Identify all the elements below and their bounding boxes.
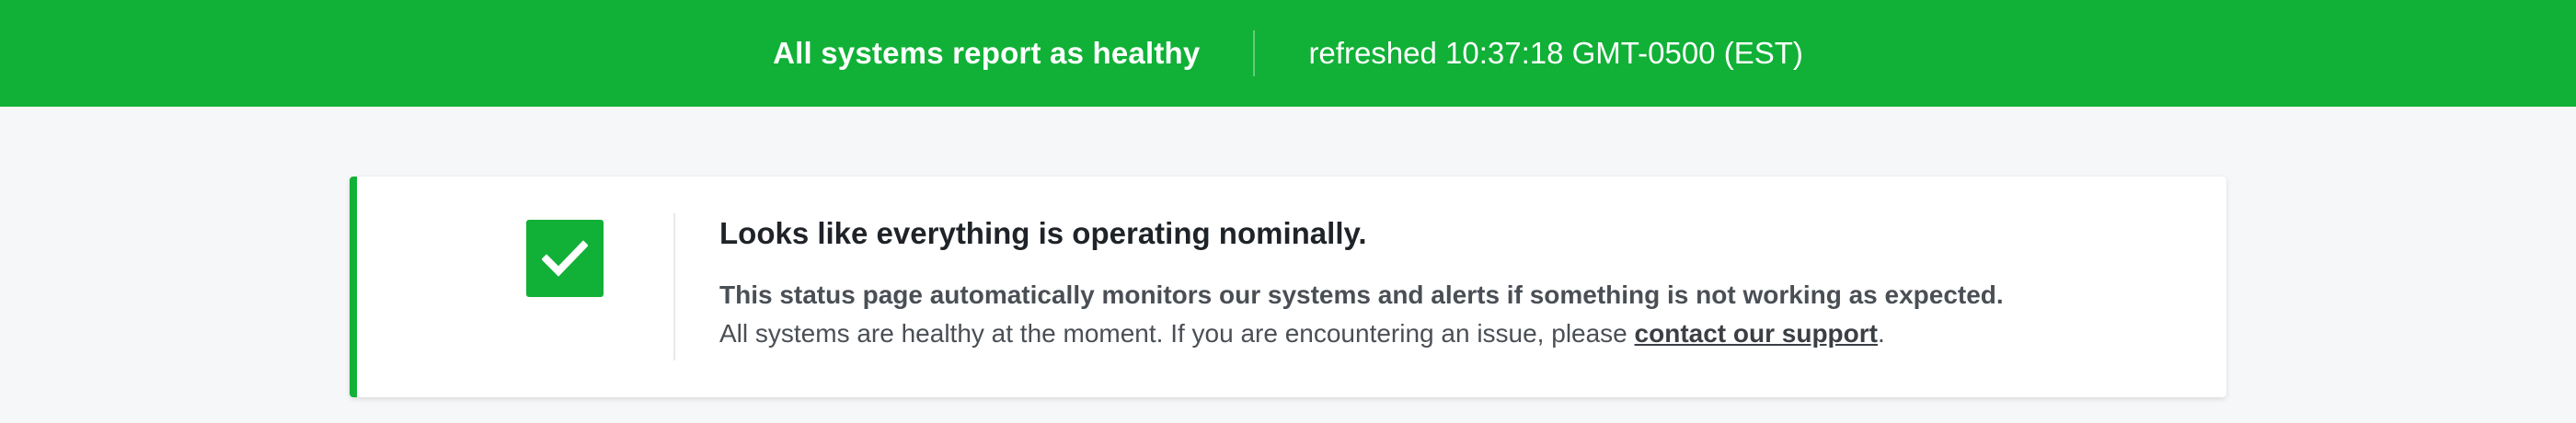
checkmark-glyph [542, 240, 588, 277]
overall-status-text: All systems report as healthy [773, 36, 1201, 70]
health-message-prefix: All systems are healthy at the moment. I… [719, 318, 1635, 348]
check-icon [526, 220, 604, 297]
card-accent-bar [350, 177, 357, 397]
health-message: All systems are healthy at the moment. I… [719, 314, 2171, 353]
card-divider [673, 213, 675, 360]
health-message-suffix: . [1878, 318, 1885, 348]
status-banner: All systems report as healthy refreshed … [0, 0, 2576, 107]
card-text: Looks like everything is operating nomin… [719, 215, 2171, 353]
refreshed-timestamp: refreshed 10:37:18 GMT-0500 (EST) [1308, 36, 1803, 70]
monitoring-description: This status page automatically monitors … [719, 280, 2004, 309]
contact-support-link[interactable]: contact our support [1635, 319, 1878, 348]
card-headline: Looks like everything is operating nomin… [719, 216, 1367, 250]
status-card: Looks like everything is operating nomin… [350, 177, 2226, 397]
